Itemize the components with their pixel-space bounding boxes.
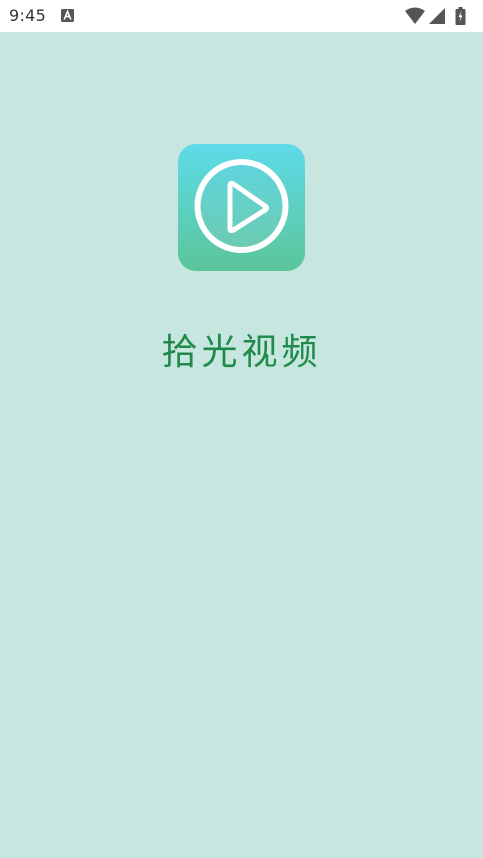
signal-icon xyxy=(429,8,445,24)
status-time: 9:45 xyxy=(9,6,47,25)
notification-a-icon xyxy=(61,9,74,22)
battery-icon xyxy=(455,7,466,25)
app-name: 拾光视频 xyxy=(161,332,322,373)
status-bar: 9:45 xyxy=(0,0,483,32)
play-icon xyxy=(178,144,305,271)
wifi-icon xyxy=(405,7,425,24)
